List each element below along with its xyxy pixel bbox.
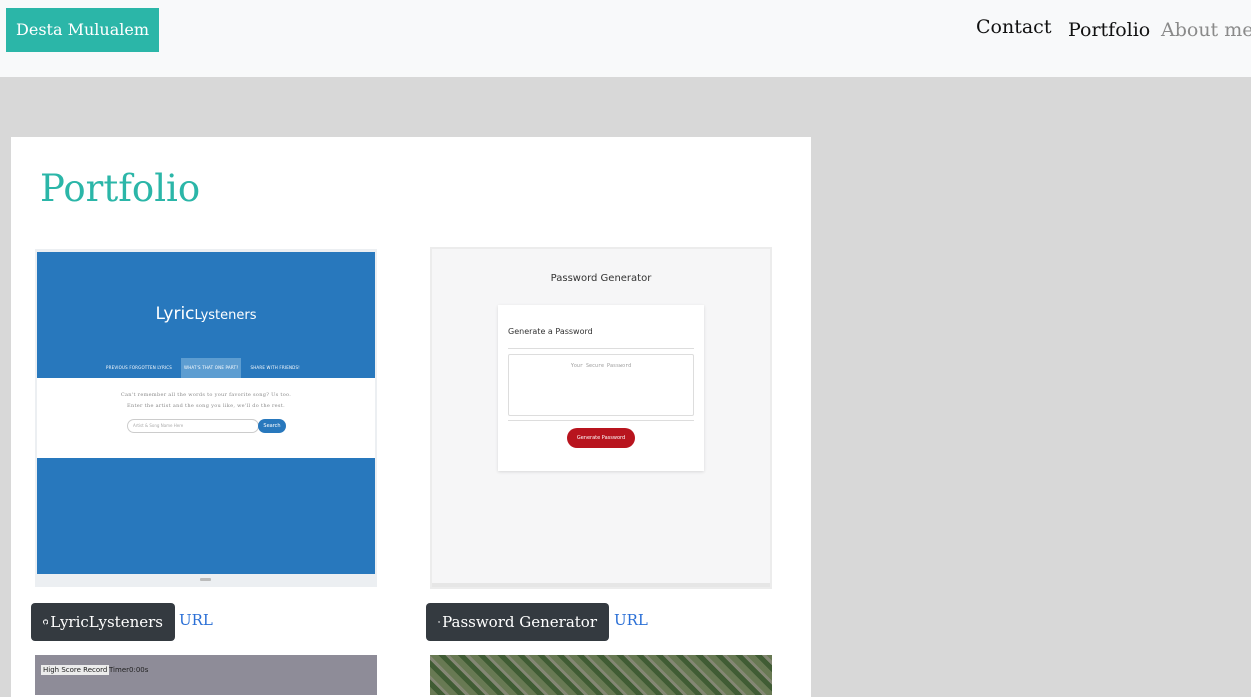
thumbnail-footer bbox=[432, 583, 770, 587]
portfolio-section: Portfolio LyricLysteners PREVIOUS FORGOT… bbox=[11, 137, 811, 697]
thumbnail-tab: PREVIOUS FORGOTTEN LYRICS bbox=[106, 365, 173, 370]
github-button-label: Password Generator bbox=[442, 613, 597, 631]
thumbnail-header: LyricLysteners PREVIOUS FORGOTTEN LYRICS… bbox=[37, 252, 375, 378]
divider bbox=[508, 420, 694, 421]
thumbnail-timer: Timer0:00s bbox=[109, 666, 149, 674]
thumbnail-tab: SHARE WITH FRIENDS! bbox=[250, 365, 300, 370]
nav-link-portfolio[interactable]: Portfolio bbox=[1068, 19, 1150, 41]
thumbnail-logo-sub: Lysteners bbox=[194, 308, 257, 323]
project-thumbnail-aerial-photo bbox=[430, 655, 772, 695]
thumbnail-body: Can't remember all the words to your fav… bbox=[37, 378, 375, 458]
thumbnail-logo-main: Lyric bbox=[155, 304, 195, 324]
thumbnail-image bbox=[430, 655, 772, 695]
navbar: Desta Mulualem Contact Portfolio About m… bbox=[0, 0, 1251, 77]
thumbnail-logo: LyricLysteners bbox=[37, 304, 375, 324]
divider bbox=[508, 348, 694, 349]
thumbnail-generate-button: Generate Password bbox=[567, 428, 635, 448]
thumbnail-search-button: Search bbox=[258, 419, 286, 433]
thumbnail-scrollbar bbox=[200, 578, 211, 581]
github-button-lyriclysteners[interactable]: LyricLysteners bbox=[31, 603, 175, 641]
thumbnail-card: Generate a Password Your Secure Password… bbox=[498, 305, 704, 471]
github-button-password-generator[interactable]: Password Generator bbox=[426, 603, 609, 641]
github-icon bbox=[438, 620, 441, 623]
url-link-lyriclysteners[interactable]: URL bbox=[179, 611, 213, 629]
project-thumbnail-quiz-game: High Score Record Timer0:00s bbox=[35, 655, 377, 695]
github-button-label: LyricLysteners bbox=[50, 613, 163, 631]
thumbnail-text: Enter the artist and the song you like, … bbox=[127, 403, 285, 409]
thumbnail-tabs: PREVIOUS FORGOTTEN LYRICS WHAT'S THAT ON… bbox=[103, 358, 303, 378]
project-thumbnail-lyriclysteners: LyricLysteners PREVIOUS FORGOTTEN LYRICS… bbox=[35, 249, 377, 587]
thumbnail-search-input: Artist & Song Name Here bbox=[127, 419, 259, 433]
thumbnail-label: High Score Record bbox=[41, 665, 110, 675]
project-thumbnail-password-generator: Password Generator Generate a Password Y… bbox=[430, 247, 772, 589]
thumbnail-footer bbox=[37, 458, 375, 574]
thumbnail-title: Password Generator bbox=[550, 273, 652, 284]
thumbnail-password-box: Your Secure Password bbox=[508, 354, 694, 416]
url-link-password-generator[interactable]: URL bbox=[614, 611, 648, 629]
nav-link-contact[interactable]: Contact bbox=[976, 16, 1051, 38]
github-icon bbox=[43, 619, 49, 625]
brand-link[interactable]: Desta Mulualem bbox=[6, 8, 159, 52]
page-title: Portfolio bbox=[40, 167, 201, 210]
thumbnail-card-title: Generate a Password bbox=[508, 327, 593, 336]
thumbnail-text: Can't remember all the words to your fav… bbox=[120, 392, 292, 398]
thumbnail-tab-active: WHAT'S THAT ONE PART? bbox=[181, 358, 242, 378]
nav-link-about-me[interactable]: About me bbox=[1161, 19, 1251, 41]
